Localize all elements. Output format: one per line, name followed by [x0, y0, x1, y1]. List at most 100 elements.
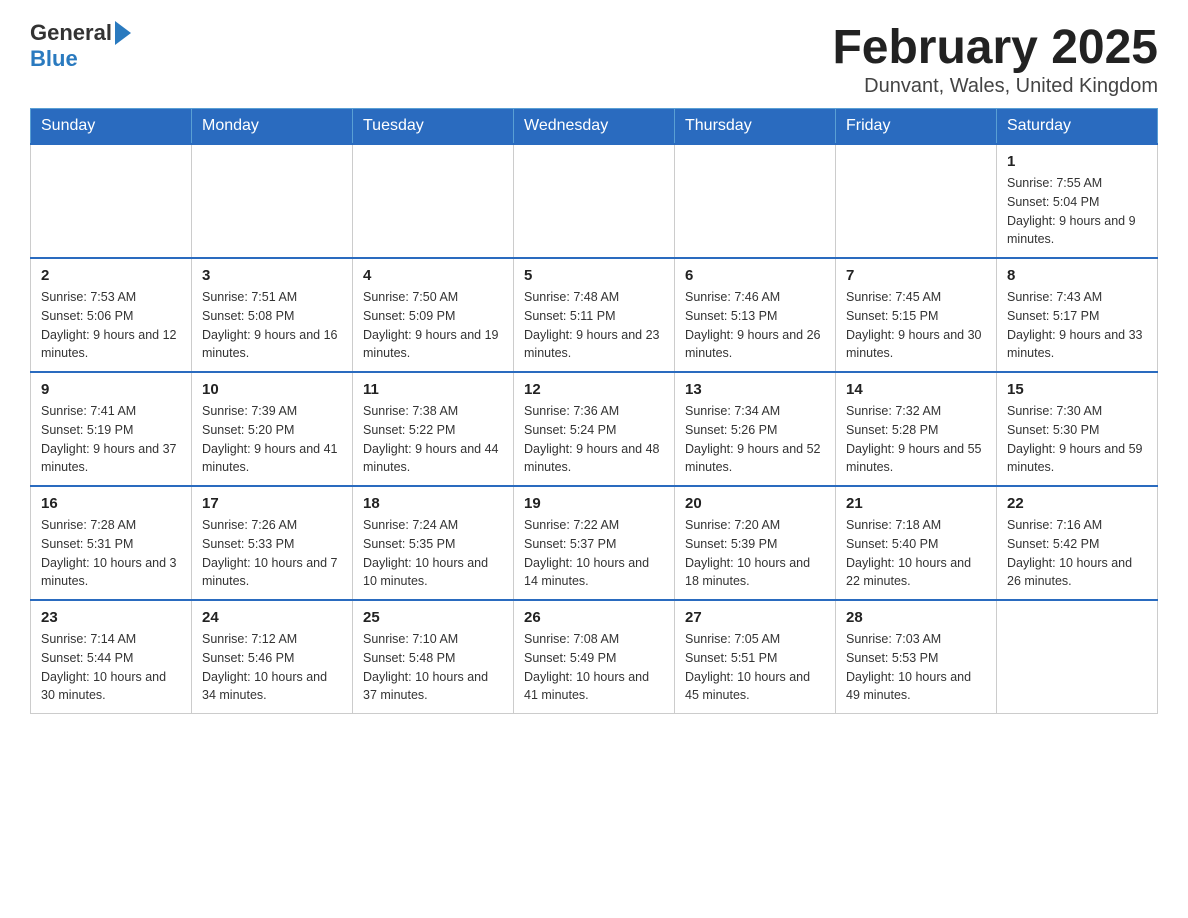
calendar-day-cell: 8 Sunrise: 7:43 AMSunset: 5:17 PMDaylight…	[997, 258, 1158, 372]
month-title: February 2025	[832, 20, 1158, 75]
day-number: 13	[685, 381, 825, 398]
day-info: Sunrise: 7:16 AMSunset: 5:42 PMDaylight:…	[1007, 516, 1147, 591]
day-number: 20	[685, 495, 825, 512]
weekday-header-friday: Friday	[836, 109, 997, 145]
calendar-day-cell: 22 Sunrise: 7:16 AMSunset: 5:42 PMDayligh…	[997, 486, 1158, 600]
calendar-day-cell: 3 Sunrise: 7:51 AMSunset: 5:08 PMDaylight…	[192, 258, 353, 372]
calendar-day-cell: 11Sunrise: 7:38 AMSunset: 5:22 PMDayligh…	[353, 372, 514, 486]
day-info: Sunrise: 7:32 AMSunset: 5:28 PMDaylight:…	[846, 402, 986, 477]
calendar-day-cell	[675, 144, 836, 258]
logo-general-text: General	[30, 20, 112, 46]
day-number: 25	[363, 609, 503, 626]
day-info: Sunrise: 7:28 AMSunset: 5:31 PMDaylight:…	[41, 516, 181, 591]
calendar-day-cell: 18 Sunrise: 7:24 AMSunset: 5:35 PMDayligh…	[353, 486, 514, 600]
day-number: 11	[363, 381, 503, 398]
day-number: 17	[202, 495, 342, 512]
calendar-day-cell: 14 Sunrise: 7:32 AMSunset: 5:28 PMDayligh…	[836, 372, 997, 486]
weekday-header-monday: Monday	[192, 109, 353, 145]
day-number: 15	[1007, 381, 1147, 398]
calendar-day-cell: 15 Sunrise: 7:30 AMSunset: 5:30 PMDayligh…	[997, 372, 1158, 486]
calendar-day-cell: 27Sunrise: 7:05 AMSunset: 5:51 PMDayligh…	[675, 600, 836, 714]
day-info: Sunrise: 7:12 AMSunset: 5:46 PMDaylight:…	[202, 630, 342, 705]
day-info: Sunrise: 7:08 AMSunset: 5:49 PMDaylight:…	[524, 630, 664, 705]
day-number: 7	[846, 267, 986, 284]
page-header: General Blue February 2025 Dunvant, Wale…	[30, 20, 1158, 98]
day-info: Sunrise: 7:03 AMSunset: 5:53 PMDaylight:…	[846, 630, 986, 705]
calendar-day-cell: 16Sunrise: 7:28 AMSunset: 5:31 PMDayligh…	[31, 486, 192, 600]
day-number: 27	[685, 609, 825, 626]
day-info: Sunrise: 7:50 AMSunset: 5:09 PMDaylight:…	[363, 288, 503, 363]
day-info: Sunrise: 7:30 AMSunset: 5:30 PMDaylight:…	[1007, 402, 1147, 477]
calendar-day-cell: 23 Sunrise: 7:14 AMSunset: 5:44 PMDayligh…	[31, 600, 192, 714]
day-info: Sunrise: 7:43 AMSunset: 5:17 PMDaylight:…	[1007, 288, 1147, 363]
calendar-day-cell: 2 Sunrise: 7:53 AMSunset: 5:06 PMDaylight…	[31, 258, 192, 372]
day-number: 2	[41, 267, 181, 284]
day-number: 21	[846, 495, 986, 512]
day-info: Sunrise: 7:26 AMSunset: 5:33 PMDaylight:…	[202, 516, 342, 591]
calendar-day-cell: 19 Sunrise: 7:22 AMSunset: 5:37 PMDayligh…	[514, 486, 675, 600]
day-number: 24	[202, 609, 342, 626]
day-info: Sunrise: 7:46 AMSunset: 5:13 PMDaylight:…	[685, 288, 825, 363]
calendar-day-cell	[353, 144, 514, 258]
day-info: Sunrise: 7:53 AMSunset: 5:06 PMDaylight:…	[41, 288, 181, 363]
weekday-header-wednesday: Wednesday	[514, 109, 675, 145]
calendar-day-cell	[514, 144, 675, 258]
calendar-day-cell: 4 Sunrise: 7:50 AMSunset: 5:09 PMDaylight…	[353, 258, 514, 372]
calendar-day-cell: 10Sunrise: 7:39 AMSunset: 5:20 PMDayligh…	[192, 372, 353, 486]
calendar-day-cell: 7 Sunrise: 7:45 AMSunset: 5:15 PMDaylight…	[836, 258, 997, 372]
day-info: Sunrise: 7:34 AMSunset: 5:26 PMDaylight:…	[685, 402, 825, 477]
calendar-table: SundayMondayTuesdayWednesdayThursdayFrid…	[30, 108, 1158, 714]
day-number: 12	[524, 381, 664, 398]
day-number: 5	[524, 267, 664, 284]
calendar-week-row: 9 Sunrise: 7:41 AMSunset: 5:19 PMDaylight…	[31, 372, 1158, 486]
day-info: Sunrise: 7:55 AMSunset: 5:04 PMDaylight:…	[1007, 174, 1147, 249]
day-info: Sunrise: 7:18 AMSunset: 5:40 PMDaylight:…	[846, 516, 986, 591]
day-number: 8	[1007, 267, 1147, 284]
calendar-day-cell	[836, 144, 997, 258]
calendar-week-row: 2 Sunrise: 7:53 AMSunset: 5:06 PMDaylight…	[31, 258, 1158, 372]
day-info: Sunrise: 7:20 AMSunset: 5:39 PMDaylight:…	[685, 516, 825, 591]
calendar-day-cell: 17 Sunrise: 7:26 AMSunset: 5:33 PMDayligh…	[192, 486, 353, 600]
calendar-day-cell: 9 Sunrise: 7:41 AMSunset: 5:19 PMDaylight…	[31, 372, 192, 486]
day-info: Sunrise: 7:22 AMSunset: 5:37 PMDaylight:…	[524, 516, 664, 591]
calendar-day-cell: 20 Sunrise: 7:20 AMSunset: 5:39 PMDayligh…	[675, 486, 836, 600]
day-number: 6	[685, 267, 825, 284]
day-number: 23	[41, 609, 181, 626]
day-number: 22	[1007, 495, 1147, 512]
day-number: 1	[1007, 153, 1147, 170]
day-number: 18	[363, 495, 503, 512]
day-number: 19	[524, 495, 664, 512]
day-info: Sunrise: 7:48 AMSunset: 5:11 PMDaylight:…	[524, 288, 664, 363]
day-number: 3	[202, 267, 342, 284]
calendar-day-cell: 13 Sunrise: 7:34 AMSunset: 5:26 PMDayligh…	[675, 372, 836, 486]
location-text: Dunvant, Wales, United Kingdom	[832, 75, 1158, 98]
logo: General Blue	[30, 20, 131, 72]
day-info: Sunrise: 7:51 AMSunset: 5:08 PMDaylight:…	[202, 288, 342, 363]
calendar-week-row: 23 Sunrise: 7:14 AMSunset: 5:44 PMDayligh…	[31, 600, 1158, 714]
calendar-day-cell	[997, 600, 1158, 714]
weekday-header-thursday: Thursday	[675, 109, 836, 145]
calendar-day-cell	[192, 144, 353, 258]
day-number: 26	[524, 609, 664, 626]
day-number: 28	[846, 609, 986, 626]
day-info: Sunrise: 7:10 AMSunset: 5:48 PMDaylight:…	[363, 630, 503, 705]
day-info: Sunrise: 7:14 AMSunset: 5:44 PMDaylight:…	[41, 630, 181, 705]
calendar-day-cell: 26 Sunrise: 7:08 AMSunset: 5:49 PMDayligh…	[514, 600, 675, 714]
day-info: Sunrise: 7:39 AMSunset: 5:20 PMDaylight:…	[202, 402, 342, 477]
day-info: Sunrise: 7:45 AMSunset: 5:15 PMDaylight:…	[846, 288, 986, 363]
day-number: 4	[363, 267, 503, 284]
calendar-day-cell: 1 Sunrise: 7:55 AMSunset: 5:04 PMDaylight…	[997, 144, 1158, 258]
day-number: 14	[846, 381, 986, 398]
calendar-week-row: 1 Sunrise: 7:55 AMSunset: 5:04 PMDaylight…	[31, 144, 1158, 258]
calendar-day-cell: 24 Sunrise: 7:12 AMSunset: 5:46 PMDayligh…	[192, 600, 353, 714]
day-info: Sunrise: 7:41 AMSunset: 5:19 PMDaylight:…	[41, 402, 181, 477]
day-info: Sunrise: 7:24 AMSunset: 5:35 PMDaylight:…	[363, 516, 503, 591]
weekday-header-saturday: Saturday	[997, 109, 1158, 145]
day-info: Sunrise: 7:36 AMSunset: 5:24 PMDaylight:…	[524, 402, 664, 477]
calendar-day-cell: 25 Sunrise: 7:10 AMSunset: 5:48 PMDayligh…	[353, 600, 514, 714]
weekday-header-sunday: Sunday	[31, 109, 192, 145]
calendar-day-cell: 21 Sunrise: 7:18 AMSunset: 5:40 PMDayligh…	[836, 486, 997, 600]
weekday-header-tuesday: Tuesday	[353, 109, 514, 145]
day-number: 9	[41, 381, 181, 398]
calendar-day-cell	[31, 144, 192, 258]
